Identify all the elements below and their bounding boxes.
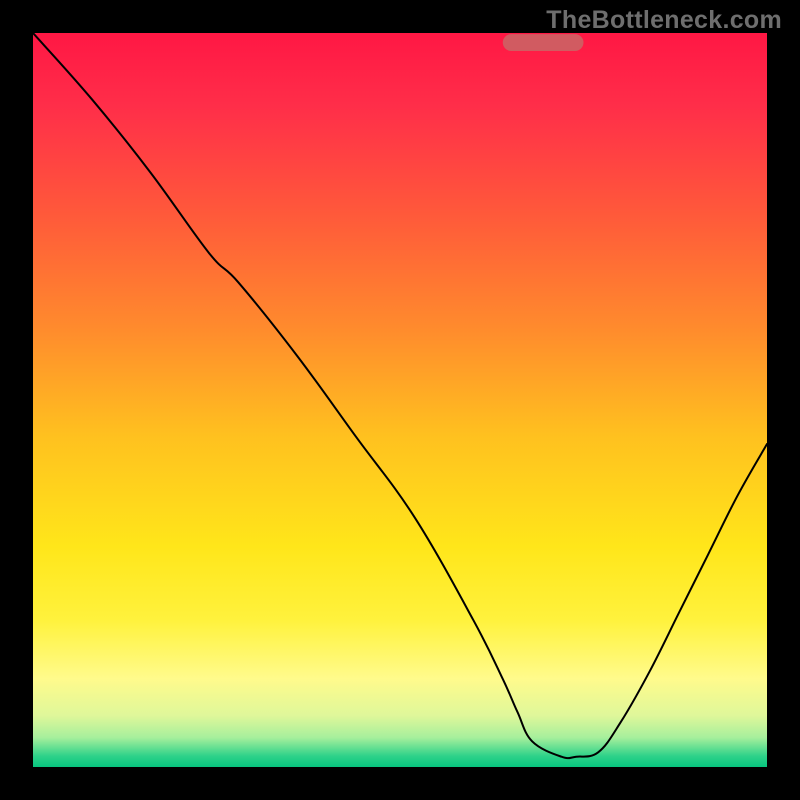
frame: { "watermark": "TheBottleneck.com", "plo… — [0, 0, 800, 800]
optimum-marker — [503, 34, 584, 51]
watermark: TheBottleneck.com — [546, 6, 782, 35]
bottleneck-chart — [33, 33, 767, 767]
